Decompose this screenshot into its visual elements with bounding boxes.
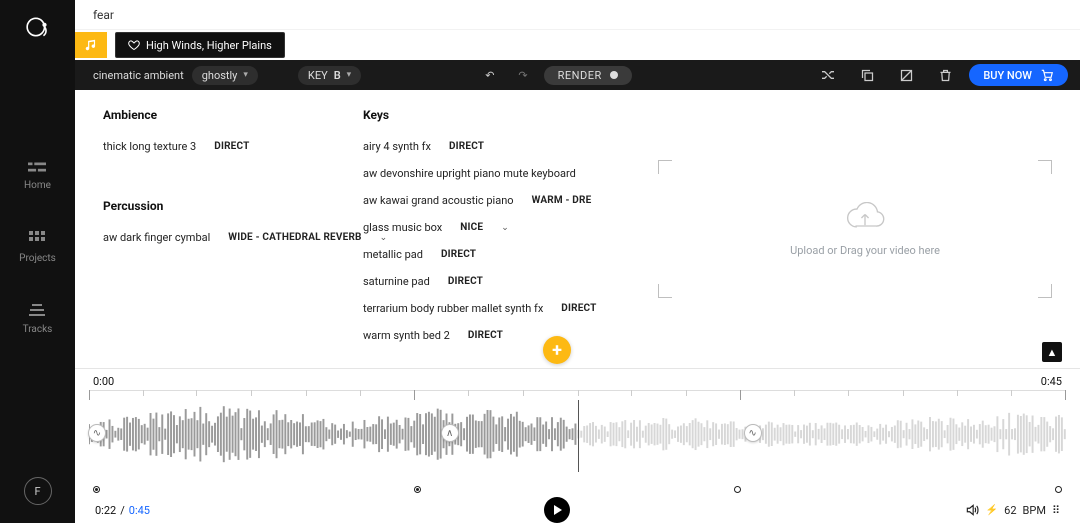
keys-header: Keys — [363, 108, 640, 122]
chevron-down-icon: ▾ — [243, 70, 248, 80]
section-dot[interactable] — [414, 486, 421, 493]
nav-tracks-label: Tracks — [23, 324, 53, 335]
tab-music[interactable] — [75, 32, 107, 58]
instrument-row[interactable]: saturnine pad DIRECT — [363, 275, 640, 288]
buy-button[interactable]: BUY NOW — [969, 64, 1068, 86]
nav-projects-label: Projects — [19, 253, 56, 264]
percussion-header: Percussion — [103, 199, 353, 213]
ambience-header: Ambience — [103, 108, 353, 122]
instrument-row[interactable]: warm synth bed 2 DIRECT — [363, 329, 640, 342]
nav-home-label: Home — [24, 180, 51, 191]
tab-bar: High Winds, Higher Plains — [75, 30, 1080, 60]
section-marker[interactable]: ∧ — [441, 424, 459, 442]
search-input[interactable]: fear — [75, 0, 1080, 30]
left-rail: Home Projects Tracks F — [0, 0, 75, 523]
nav-tracks[interactable]: Tracks — [23, 304, 53, 335]
instrument-row[interactable]: thick long texture 3 DIRECT — [103, 140, 353, 153]
render-button[interactable]: RENDER — [544, 66, 632, 85]
waveform[interactable]: ∿ ∧ ∿ — [89, 400, 1066, 484]
section-dot[interactable] — [1055, 486, 1062, 493]
timeline: 0:00 0:45 — [75, 368, 1080, 523]
section-marker[interactable]: ∿ — [88, 424, 106, 442]
playhead[interactable] — [578, 400, 579, 472]
play-button[interactable] — [544, 497, 570, 523]
nav-projects[interactable]: Projects — [19, 231, 56, 264]
bpm-dropdown-icon[interactable]: ⠿ — [1052, 504, 1060, 517]
user-avatar[interactable]: F — [24, 477, 52, 505]
chevron-down-icon: ▾ — [347, 70, 352, 80]
cart-icon — [1040, 68, 1054, 82]
instrument-row[interactable]: glass music box NICE ⌄ — [363, 221, 640, 234]
key-select[interactable]: KEY B ▾ — [298, 66, 361, 85]
undo-icon[interactable]: ↶ — [477, 69, 502, 82]
scroll-top-button[interactable]: ▲ — [1042, 342, 1062, 362]
time-readout: 0:22/0:45 — [95, 504, 150, 517]
toolbar: cinematic ambient ghostly ▾ KEY B ▾ ↶ ↷ … — [75, 60, 1080, 90]
video-upload-panel[interactable]: Upload or Drag your video here ▲ — [650, 90, 1080, 368]
logo[interactable] — [25, 14, 51, 40]
note-icon[interactable] — [891, 68, 922, 83]
time-start: 0:00 — [93, 375, 114, 388]
section-marker[interactable]: ∿ — [744, 424, 762, 442]
instrument-row[interactable]: metallic pad DIRECT — [363, 248, 640, 261]
tab-label: High Winds, Higher Plains — [146, 39, 272, 52]
upload-hint: Upload or Drag your video here — [790, 244, 940, 257]
copy-icon[interactable] — [852, 68, 883, 83]
bpm-label: BPM — [1023, 504, 1046, 517]
mood-select[interactable]: ghostly ▾ — [192, 66, 258, 85]
chevron-down-icon[interactable]: ⌄ — [501, 223, 509, 233]
instruments-panel: Ambience thick long texture 3 DIRECT Per… — [75, 90, 650, 368]
trash-icon[interactable] — [930, 68, 961, 83]
nav-home[interactable]: Home — [24, 160, 51, 191]
tab-saved-track[interactable]: High Winds, Higher Plains — [115, 32, 285, 58]
ruler[interactable] — [89, 390, 1066, 400]
section-dot[interactable] — [93, 486, 100, 493]
style-label[interactable]: cinematic ambient — [87, 69, 184, 82]
instrument-row[interactable]: aw kawai grand acoustic piano WARM - DRE — [363, 194, 640, 207]
instrument-row[interactable]: terrarium body rubber mallet synth fx DI… — [363, 302, 640, 315]
volume-icon[interactable] — [964, 503, 980, 517]
instrument-row[interactable]: aw dark finger cymbal WIDE - CATHEDRAL R… — [103, 231, 353, 244]
add-instrument-button[interactable]: + — [543, 336, 571, 364]
time-end: 0:45 — [1041, 375, 1062, 388]
instrument-row[interactable]: airy 4 synth fx DIRECT — [363, 140, 640, 153]
instrument-row[interactable]: aw devonshire upright piano mute keyboar… — [363, 167, 640, 180]
shuffle-icon[interactable] — [812, 67, 844, 83]
section-dot[interactable] — [734, 486, 741, 493]
cloud-upload-icon — [843, 202, 887, 234]
bpm-value[interactable]: 62 — [1004, 504, 1016, 517]
redo-icon[interactable]: ↷ — [510, 69, 535, 82]
heart-icon — [128, 39, 140, 51]
